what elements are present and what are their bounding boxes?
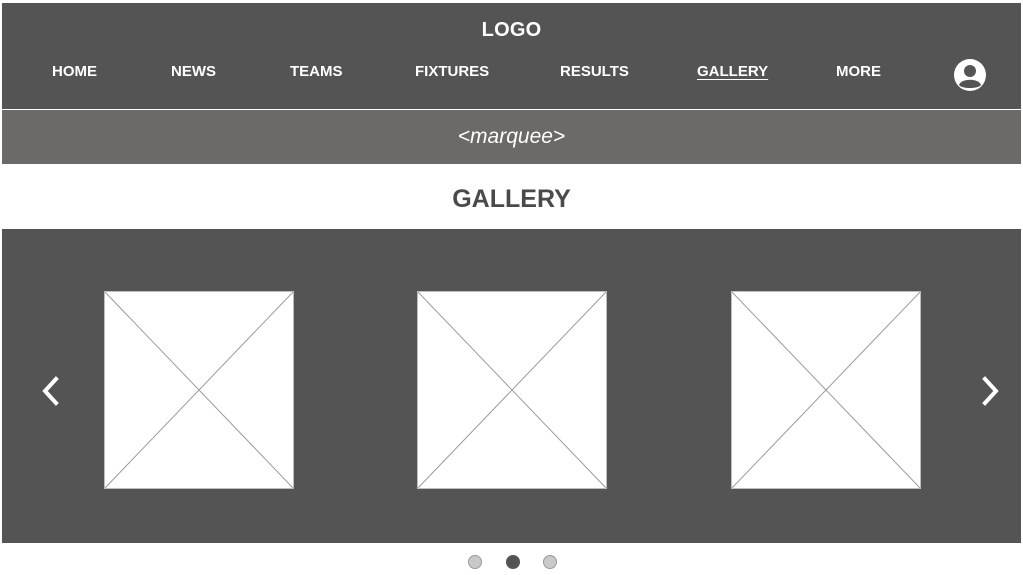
- nav-home[interactable]: HOME: [52, 63, 97, 80]
- marquee-banner: <marquee>: [2, 110, 1021, 164]
- carousel-next-button[interactable]: [976, 371, 1006, 411]
- image-placeholder-icon: [105, 292, 293, 488]
- chevron-left-icon: [42, 376, 59, 406]
- user-avatar-icon: [954, 59, 986, 91]
- chevron-right-icon: [982, 376, 999, 406]
- user-account-button[interactable]: [953, 58, 987, 92]
- logo[interactable]: LOGO: [2, 19, 1021, 42]
- gallery-carousel: [2, 229, 1021, 543]
- image-placeholder-icon: [732, 292, 920, 488]
- nav-news[interactable]: NEWS: [171, 63, 216, 80]
- pagination-dot-3[interactable]: [543, 555, 557, 569]
- nav-more[interactable]: MORE: [836, 63, 881, 80]
- nav-teams[interactable]: TEAMS: [290, 63, 343, 80]
- site-header: LOGO HOME NEWS TEAMS FIXTURES RESULTS GA…: [2, 3, 1021, 109]
- image-placeholder-icon: [418, 292, 606, 488]
- pagination-dot-2[interactable]: [506, 555, 520, 569]
- nav-results[interactable]: RESULTS: [560, 63, 629, 80]
- gallery-slide-2[interactable]: [417, 291, 607, 489]
- pagination-dot-1[interactable]: [468, 555, 482, 569]
- nav-gallery[interactable]: GALLERY: [697, 63, 768, 80]
- carousel-pagination: [466, 555, 561, 571]
- carousel-prev-button[interactable]: [35, 371, 65, 411]
- gallery-slide-3[interactable]: [731, 291, 921, 489]
- nav-fixtures[interactable]: FIXTURES: [415, 63, 489, 80]
- gallery-slide-1[interactable]: [104, 291, 294, 489]
- page-title: GALLERY: [452, 185, 571, 213]
